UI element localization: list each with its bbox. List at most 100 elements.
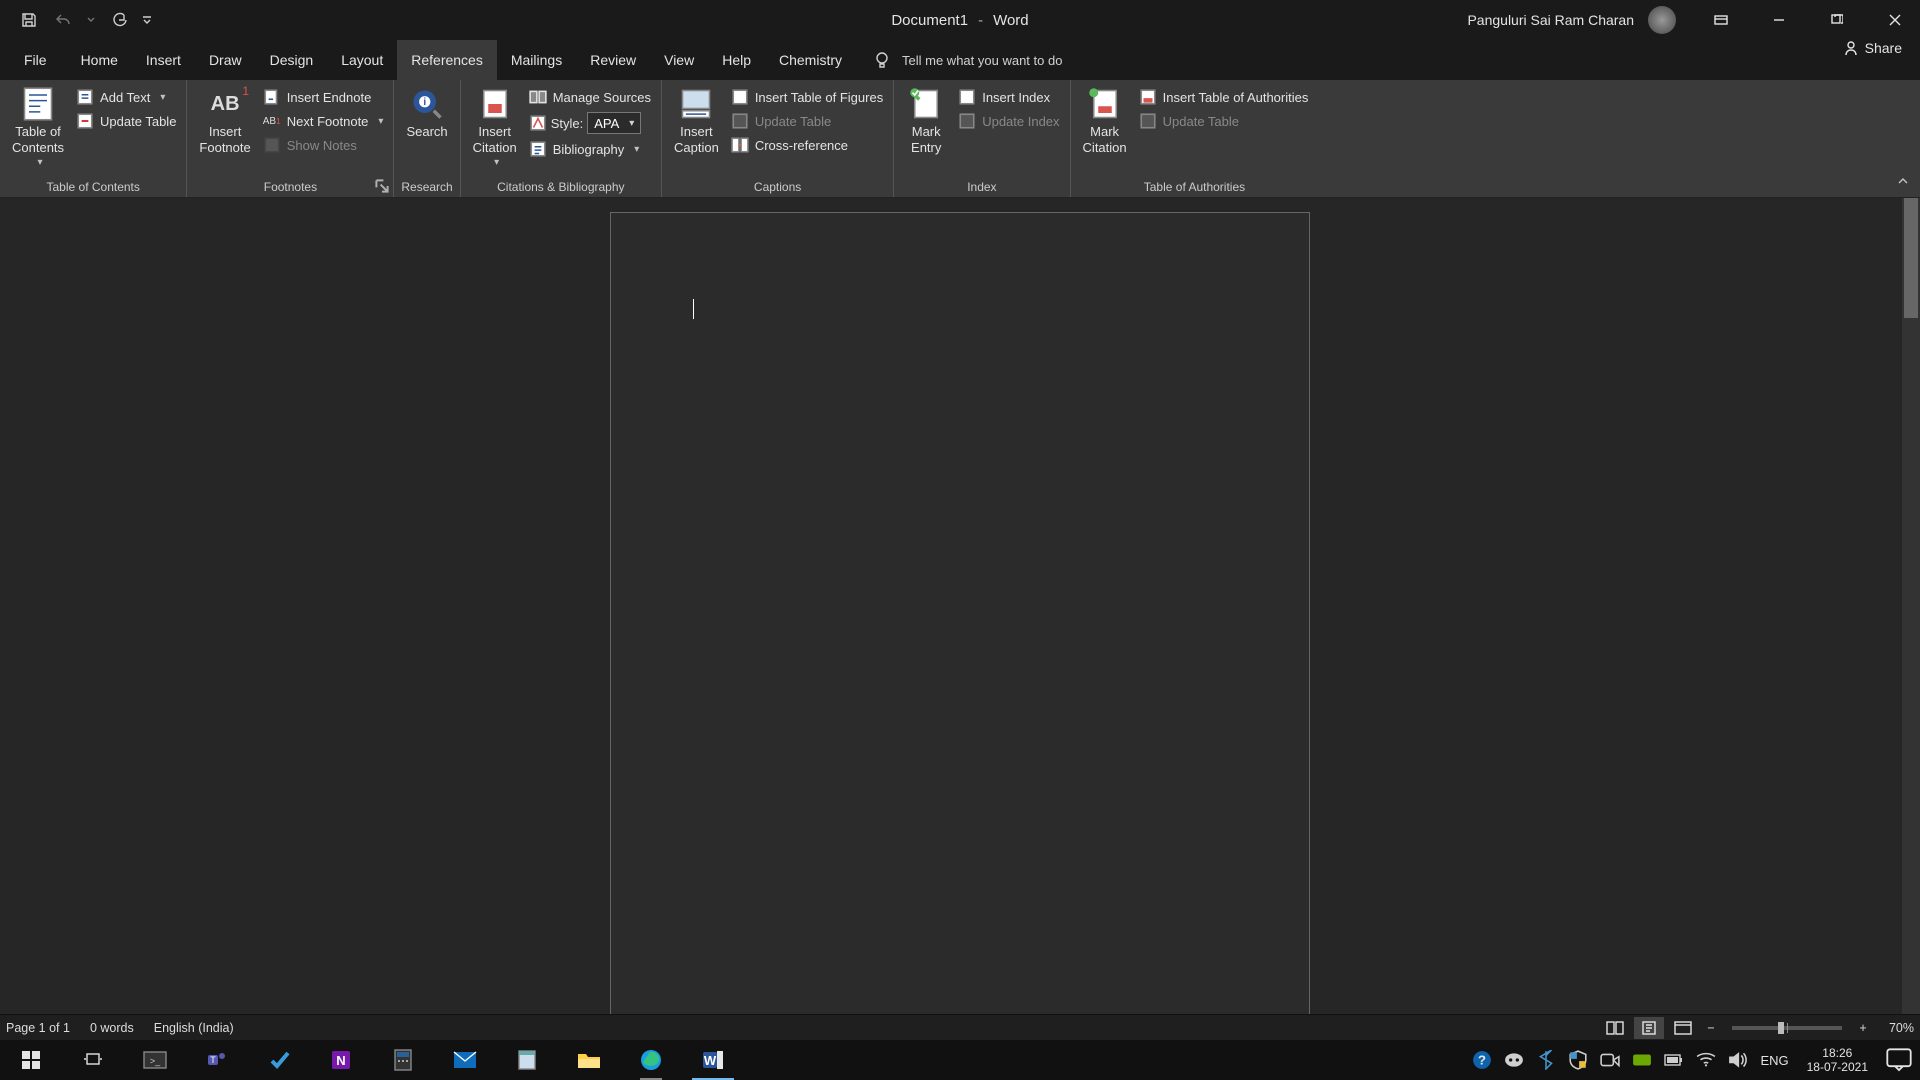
tray-language[interactable]: ENG xyxy=(1760,1053,1788,1068)
tray-clock[interactable]: 18:26 18-07-2021 xyxy=(1801,1046,1874,1075)
cross-ref-icon xyxy=(731,136,749,154)
minimize-button[interactable] xyxy=(1754,0,1804,40)
task-view-button[interactable] xyxy=(62,1040,124,1080)
start-button[interactable] xyxy=(0,1040,62,1080)
insert-endnote-button[interactable]: Insert Endnote xyxy=(259,86,388,108)
group-research: i Search Research xyxy=(394,80,460,197)
ribbon-display-options[interactable] xyxy=(1696,0,1746,40)
group-label-citations: Citations & Bibliography xyxy=(467,177,655,197)
undo-button[interactable] xyxy=(52,9,74,31)
read-mode-button[interactable] xyxy=(1600,1017,1630,1039)
insert-toa-button[interactable]: Insert Table of Authorities xyxy=(1135,86,1313,108)
save-button[interactable] xyxy=(18,9,40,31)
tray-volume-icon[interactable] xyxy=(1728,1050,1748,1070)
group-label-index: Index xyxy=(900,177,1063,197)
insert-caption-button[interactable]: Insert Caption xyxy=(668,84,725,159)
user-avatar[interactable] xyxy=(1648,6,1676,34)
taskbar-mail[interactable] xyxy=(434,1040,496,1080)
taskbar-edge[interactable] xyxy=(620,1040,682,1080)
status-language[interactable]: English (India) xyxy=(154,1021,234,1035)
tray-help-icon[interactable]: ? xyxy=(1472,1050,1492,1070)
share-button[interactable]: Share xyxy=(1843,40,1902,56)
scrollbar-thumb[interactable] xyxy=(1904,198,1918,318)
tell-me[interactable]: Tell me what you want to do xyxy=(872,40,1062,80)
search-button[interactable]: i Search xyxy=(400,84,453,142)
bibliography-icon xyxy=(529,140,547,158)
endnote-label: Insert Endnote xyxy=(287,90,372,105)
print-layout-button[interactable] xyxy=(1634,1017,1664,1039)
taskbar-todo[interactable] xyxy=(248,1040,310,1080)
taskbar-notepad[interactable] xyxy=(496,1040,558,1080)
ribbon-tabs: File Home Insert Draw Design Layout Refe… xyxy=(0,40,1920,80)
insert-footnote-button[interactable]: AB1 Insert Footnote xyxy=(193,84,256,159)
collapse-ribbon-button[interactable] xyxy=(1896,174,1910,191)
document-name: Document1 xyxy=(891,12,968,29)
tab-review[interactable]: Review xyxy=(576,40,650,80)
tab-help[interactable]: Help xyxy=(708,40,765,80)
close-button[interactable] xyxy=(1870,0,1920,40)
tray-wifi-icon[interactable] xyxy=(1696,1050,1716,1070)
tab-design[interactable]: Design xyxy=(256,40,328,80)
tray-bluetooth-icon[interactable] xyxy=(1536,1050,1556,1070)
tab-file[interactable]: File xyxy=(4,40,67,80)
insert-table-of-figures-button[interactable]: Insert Table of Figures xyxy=(727,86,887,108)
taskbar-app-1[interactable]: >_ xyxy=(124,1040,186,1080)
taskbar-explorer[interactable] xyxy=(558,1040,620,1080)
caption-label: Insert Caption xyxy=(674,124,719,157)
tab-draw[interactable]: Draw xyxy=(195,40,256,80)
next-footnote-button[interactable]: AB1 Next Footnote▾ xyxy=(259,110,388,132)
table-of-contents-button[interactable]: Table of Contents ▾ xyxy=(6,84,70,170)
zoom-out-button[interactable]: − xyxy=(1702,1021,1720,1035)
qat-customize[interactable] xyxy=(142,9,152,31)
group-label-captions: Captions xyxy=(668,177,887,197)
tab-insert[interactable]: Insert xyxy=(132,40,195,80)
taskbar-onenote[interactable]: N xyxy=(310,1040,372,1080)
tray-security-icon[interactable] xyxy=(1568,1050,1588,1070)
tray-time: 18:26 xyxy=(1807,1046,1868,1060)
zoom-percent[interactable]: 70% xyxy=(1876,1021,1914,1035)
tray-meet-now-icon[interactable] xyxy=(1600,1050,1620,1070)
mark-citation-button[interactable]: Mark Citation xyxy=(1077,84,1133,159)
insert-citation-button[interactable]: Insert Citation ▾ xyxy=(467,84,523,170)
update-toc-label: Update Table xyxy=(100,114,176,129)
insert-index-button[interactable]: Insert Index xyxy=(954,86,1063,108)
tab-chemistry[interactable]: Chemistry xyxy=(765,40,856,80)
bibliography-button[interactable]: Bibliography▾ xyxy=(525,138,655,160)
style-select[interactable]: APA▾ xyxy=(587,112,641,134)
footnotes-dialog-launcher[interactable] xyxy=(375,179,389,193)
status-words[interactable]: 0 words xyxy=(90,1021,134,1035)
maximize-button[interactable] xyxy=(1812,0,1862,40)
user-name[interactable]: Panguluri Sai Ram Charan xyxy=(1467,12,1634,28)
tab-home[interactable]: Home xyxy=(67,40,132,80)
add-text-button[interactable]: Add Text▾ xyxy=(72,86,180,108)
footnote-icon: AB1 xyxy=(207,86,243,122)
svg-text:N: N xyxy=(336,1053,345,1068)
zoom-slider[interactable] xyxy=(1732,1026,1842,1030)
tab-layout[interactable]: Layout xyxy=(327,40,397,80)
tray-battery-icon[interactable] xyxy=(1664,1050,1684,1070)
status-page[interactable]: Page 1 of 1 xyxy=(6,1021,70,1035)
web-layout-button[interactable] xyxy=(1668,1017,1698,1039)
zoom-in-button[interactable]: + xyxy=(1854,1021,1872,1035)
figures-table-label: Insert Table of Figures xyxy=(755,90,883,105)
vertical-scrollbar[interactable] xyxy=(1902,198,1920,1040)
manage-sources-button[interactable]: Manage Sources xyxy=(525,86,655,108)
tab-mailings[interactable]: Mailings xyxy=(497,40,576,80)
taskbar-word[interactable]: W xyxy=(682,1040,744,1080)
redo-button[interactable] xyxy=(108,9,130,31)
update-toc-button[interactable]: Update Table xyxy=(72,110,180,132)
tab-view[interactable]: View xyxy=(650,40,708,80)
tray-nvidia-icon[interactable] xyxy=(1632,1050,1652,1070)
taskbar-teams[interactable]: T xyxy=(186,1040,248,1080)
document-page[interactable] xyxy=(610,212,1310,1040)
show-notes-label: Show Notes xyxy=(287,138,357,153)
tray-notifications-icon[interactable] xyxy=(1886,1047,1912,1073)
tray-discord-icon[interactable] xyxy=(1504,1050,1524,1070)
cross-reference-button[interactable]: Cross-reference xyxy=(727,134,887,156)
undo-dropdown[interactable] xyxy=(86,9,96,31)
mark-entry-button[interactable]: Mark Entry xyxy=(900,84,952,159)
svg-text:?: ? xyxy=(1478,1052,1486,1067)
tab-references[interactable]: References xyxy=(397,40,497,80)
taskbar-calculator[interactable] xyxy=(372,1040,434,1080)
document-canvas[interactable] xyxy=(0,198,1920,1040)
